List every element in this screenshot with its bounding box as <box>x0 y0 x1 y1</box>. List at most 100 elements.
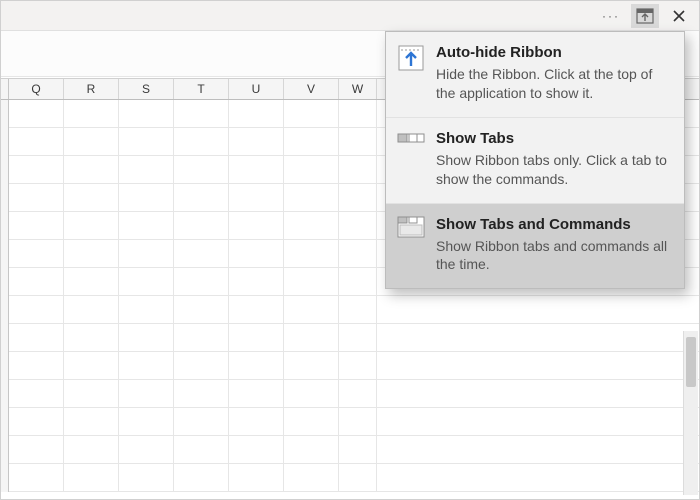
cell[interactable] <box>9 128 64 156</box>
cell[interactable] <box>229 100 284 128</box>
cell[interactable] <box>9 436 64 464</box>
ribbon-display-options-button[interactable] <box>631 4 659 28</box>
cell[interactable] <box>119 156 174 184</box>
cell[interactable] <box>119 128 174 156</box>
cell[interactable] <box>339 268 377 296</box>
column-header[interactable]: V <box>284 79 339 99</box>
cell[interactable] <box>64 156 119 184</box>
cell[interactable] <box>229 408 284 436</box>
cell[interactable] <box>284 100 339 128</box>
cell[interactable] <box>174 156 229 184</box>
cell[interactable] <box>64 408 119 436</box>
row-header-gutter[interactable] <box>1 268 9 296</box>
cell[interactable] <box>64 184 119 212</box>
cell[interactable] <box>229 184 284 212</box>
cell[interactable] <box>119 268 174 296</box>
cell[interactable] <box>64 128 119 156</box>
column-header[interactable]: Q <box>9 79 64 99</box>
cell[interactable] <box>284 380 339 408</box>
cell[interactable] <box>174 324 229 352</box>
cell[interactable] <box>64 464 119 492</box>
cell[interactable] <box>284 352 339 380</box>
cell[interactable] <box>339 408 377 436</box>
cell[interactable] <box>284 408 339 436</box>
row-header-gutter[interactable] <box>1 464 9 492</box>
cell[interactable] <box>64 352 119 380</box>
row-header-gutter[interactable] <box>1 408 9 436</box>
cell[interactable] <box>339 352 377 380</box>
cell[interactable] <box>229 128 284 156</box>
cell[interactable] <box>119 296 174 324</box>
cell[interactable] <box>9 156 64 184</box>
close-button[interactable] <box>665 4 693 28</box>
cell[interactable] <box>9 324 64 352</box>
vertical-scrollbar[interactable] <box>683 331 698 495</box>
row-header-gutter[interactable] <box>1 184 9 212</box>
cell[interactable] <box>284 268 339 296</box>
cell[interactable] <box>174 240 229 268</box>
column-header[interactable]: T <box>174 79 229 99</box>
cell[interactable] <box>339 156 377 184</box>
scrollbar-thumb[interactable] <box>686 337 696 387</box>
cell[interactable] <box>284 436 339 464</box>
cell[interactable] <box>174 128 229 156</box>
cell[interactable] <box>119 324 174 352</box>
cell[interactable] <box>174 100 229 128</box>
cell[interactable] <box>284 464 339 492</box>
row-header-gutter[interactable] <box>1 212 9 240</box>
row-header-gutter[interactable] <box>1 100 9 128</box>
row-header-gutter[interactable] <box>1 380 9 408</box>
cell[interactable] <box>9 408 64 436</box>
cell[interactable] <box>229 296 284 324</box>
cell[interactable] <box>174 268 229 296</box>
cell[interactable] <box>9 352 64 380</box>
row-header-gutter[interactable] <box>1 436 9 464</box>
cell[interactable] <box>9 212 64 240</box>
cell[interactable] <box>284 156 339 184</box>
menu-item-auto-hide[interactable]: Auto-hide RibbonHide the Ribbon. Click a… <box>386 32 684 118</box>
cell[interactable] <box>339 184 377 212</box>
cell[interactable] <box>64 436 119 464</box>
cell[interactable] <box>339 324 377 352</box>
cell[interactable] <box>284 296 339 324</box>
cell[interactable] <box>339 380 377 408</box>
row-header-gutter[interactable] <box>1 352 9 380</box>
cell[interactable] <box>174 380 229 408</box>
cell[interactable] <box>339 128 377 156</box>
cell[interactable] <box>229 324 284 352</box>
cell[interactable] <box>284 212 339 240</box>
row-header-gutter[interactable] <box>1 240 9 268</box>
cell[interactable] <box>9 100 64 128</box>
cell[interactable] <box>174 352 229 380</box>
menu-item-show-tabs-commands[interactable]: Show Tabs and CommandsShow Ribbon tabs a… <box>386 204 684 289</box>
column-header[interactable]: S <box>119 79 174 99</box>
cell[interactable] <box>9 268 64 296</box>
cell[interactable] <box>64 324 119 352</box>
cell[interactable] <box>284 184 339 212</box>
cell[interactable] <box>174 296 229 324</box>
cell[interactable] <box>229 352 284 380</box>
cell[interactable] <box>284 128 339 156</box>
cell[interactable] <box>64 380 119 408</box>
cell[interactable] <box>339 100 377 128</box>
more-options-button[interactable]: ··· <box>597 4 625 28</box>
row-header-gutter[interactable] <box>1 324 9 352</box>
row-header-gutter[interactable] <box>1 156 9 184</box>
cell[interactable] <box>229 240 284 268</box>
cell[interactable] <box>174 212 229 240</box>
cell[interactable] <box>229 464 284 492</box>
cell[interactable] <box>174 184 229 212</box>
cell[interactable] <box>174 436 229 464</box>
cell[interactable] <box>9 296 64 324</box>
cell[interactable] <box>174 408 229 436</box>
cell[interactable] <box>119 464 174 492</box>
row-header-gutter[interactable] <box>1 128 9 156</box>
cell[interactable] <box>284 324 339 352</box>
cell[interactable] <box>9 240 64 268</box>
row-header-gutter[interactable] <box>1 296 9 324</box>
column-header[interactable]: R <box>64 79 119 99</box>
column-header[interactable]: W <box>339 79 377 99</box>
cell[interactable] <box>229 212 284 240</box>
cell[interactable] <box>9 464 64 492</box>
cell[interactable] <box>229 436 284 464</box>
